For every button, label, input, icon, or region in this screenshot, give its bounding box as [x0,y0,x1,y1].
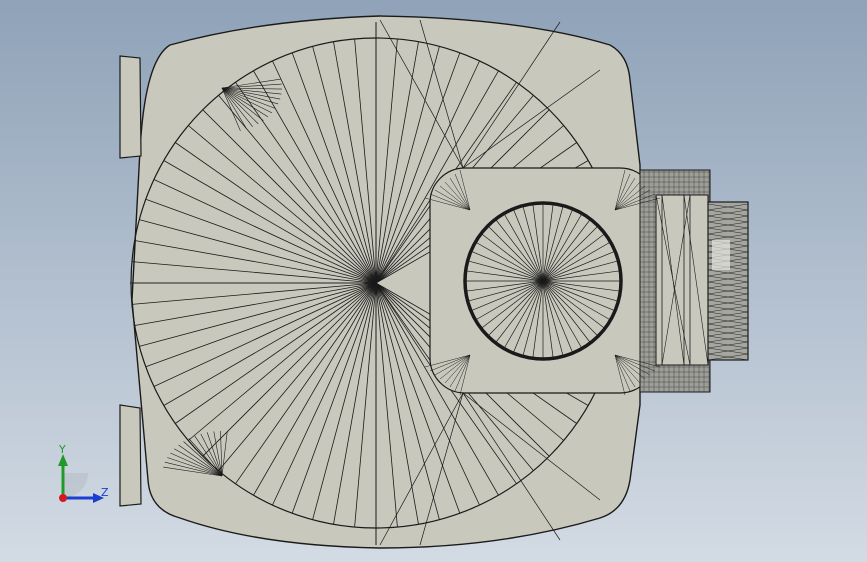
sleeve-band [655,194,709,366]
triad-z-label: Z [101,486,109,499]
mount-tab-bottom [119,404,142,507]
graphics-viewport[interactable]: Y Z [0,0,867,562]
orientation-triad[interactable]: Y Z [48,440,118,510]
mount-tab-top [119,55,142,159]
triad-y-label: Y [59,443,66,456]
nut-highlight [712,240,730,270]
mesh-model[interactable] [0,0,867,562]
